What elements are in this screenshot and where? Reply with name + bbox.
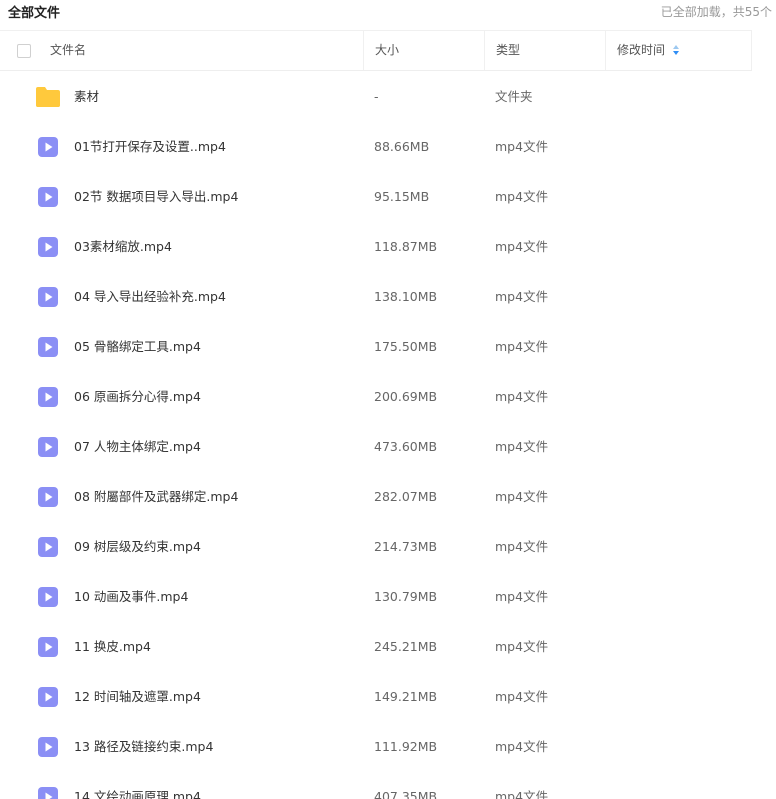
video-file-icon — [37, 286, 59, 308]
file-name[interactable]: 06 原画拆分心得.mp4 — [74, 372, 201, 422]
load-status-text: 已全部加载，共55个 — [660, 5, 772, 19]
file-name[interactable]: 07 人物主体绑定.mp4 — [74, 422, 201, 472]
file-name[interactable]: 10 动画及事件.mp4 — [74, 572, 188, 622]
file-name[interactable]: 04 导入导出经验补充.mp4 — [74, 272, 226, 322]
file-row[interactable]: 14 文绘动画原理.mp4 407.35MB mp4文件 — [0, 772, 752, 799]
table-header: 文件名 大小 类型 修改时间 — [0, 30, 752, 71]
video-file-icon — [37, 386, 59, 408]
sort-icon[interactable] — [673, 44, 680, 55]
file-size: 473.60MB — [374, 439, 438, 454]
video-file-icon — [37, 436, 59, 458]
file-size: 282.07MB — [374, 489, 438, 504]
file-type: mp4文件 — [495, 689, 549, 704]
file-name[interactable]: 12 时间轴及遮罩.mp4 — [74, 672, 201, 722]
file-list: 素材 - 文件夹 01节打开保存及设置..mp4 88.66MB mp4文件 02节 数据项… — [0, 72, 752, 799]
file-size: 88.66MB — [374, 139, 430, 154]
file-name[interactable]: 素材 — [74, 72, 99, 122]
file-type: mp4文件 — [495, 539, 549, 554]
file-size: 130.79MB — [374, 589, 438, 604]
file-name[interactable]: 03素材缩放.mp4 — [74, 222, 172, 272]
file-manager-page: 全部文件 已全部加载，共55个 文件名 大小 类型 修改时间 素材 - 文件夹 01节… — [0, 0, 776, 799]
column-header-modified[interactable]: 修改时间 — [605, 31, 752, 70]
file-size: 138.10MB — [374, 289, 438, 304]
file-type: 文件夹 — [495, 89, 533, 104]
top-bar: 全部文件 已全部加载，共55个 — [0, 0, 776, 24]
file-name[interactable]: 11 换皮.mp4 — [74, 622, 151, 672]
file-size: 245.21MB — [374, 639, 438, 654]
video-file-icon — [37, 336, 59, 358]
file-size: - — [374, 89, 379, 104]
video-file-icon — [37, 186, 59, 208]
file-size: 118.87MB — [374, 239, 438, 254]
file-size: 214.73MB — [374, 539, 438, 554]
file-row[interactable]: 12 时间轴及遮罩.mp4 149.21MB mp4文件 — [0, 672, 752, 722]
file-type: mp4文件 — [495, 239, 549, 254]
file-name[interactable]: 05 骨骼绑定工具.mp4 — [74, 322, 201, 372]
file-row[interactable]: 素材 - 文件夹 — [0, 72, 752, 122]
file-row[interactable]: 02节 数据项目导入导出.mp4 95.15MB mp4文件 — [0, 172, 752, 222]
file-name[interactable]: 09 树层级及约束.mp4 — [74, 522, 201, 572]
video-file-icon — [37, 136, 59, 158]
file-size: 175.50MB — [374, 339, 438, 354]
video-file-icon — [37, 786, 59, 799]
folder-icon — [35, 86, 61, 108]
file-type: mp4文件 — [495, 139, 549, 154]
column-header-size[interactable]: 大小 — [363, 31, 484, 70]
file-type: mp4文件 — [495, 289, 549, 304]
file-row[interactable]: 01节打开保存及设置..mp4 88.66MB mp4文件 — [0, 122, 752, 172]
video-file-icon — [37, 736, 59, 758]
file-row[interactable]: 04 导入导出经验补充.mp4 138.10MB mp4文件 — [0, 272, 752, 322]
file-type: mp4文件 — [495, 439, 549, 454]
file-row[interactable]: 06 原画拆分心得.mp4 200.69MB mp4文件 — [0, 372, 752, 422]
page-title: 全部文件 — [8, 6, 61, 21]
video-file-icon — [37, 586, 59, 608]
file-type: mp4文件 — [495, 639, 549, 654]
file-row[interactable]: 10 动画及事件.mp4 130.79MB mp4文件 — [0, 572, 752, 622]
file-type: mp4文件 — [495, 489, 549, 504]
video-file-icon — [37, 636, 59, 658]
file-name[interactable]: 14 文绘动画原理.mp4 — [74, 772, 201, 799]
file-type: mp4文件 — [495, 789, 549, 799]
file-row[interactable]: 09 树层级及约束.mp4 214.73MB mp4文件 — [0, 522, 752, 572]
video-file-icon — [37, 536, 59, 558]
file-name[interactable]: 13 路径及链接约束.mp4 — [74, 722, 213, 772]
file-name[interactable]: 02节 数据项目导入导出.mp4 — [74, 172, 238, 222]
file-type: mp4文件 — [495, 389, 549, 404]
file-row[interactable]: 13 路径及链接约束.mp4 111.92MB mp4文件 — [0, 722, 752, 772]
video-file-icon — [37, 236, 59, 258]
file-row[interactable]: 07 人物主体绑定.mp4 473.60MB mp4文件 — [0, 422, 752, 472]
column-header-name[interactable]: 文件名 — [50, 31, 363, 70]
file-size: 149.21MB — [374, 689, 438, 704]
video-file-icon — [37, 486, 59, 508]
file-type: mp4文件 — [495, 189, 549, 204]
video-file-icon — [37, 686, 59, 708]
file-size: 407.35MB — [374, 789, 438, 799]
file-name[interactable]: 01节打开保存及设置..mp4 — [74, 122, 226, 172]
file-row[interactable]: 11 换皮.mp4 245.21MB mp4文件 — [0, 622, 752, 672]
file-type: mp4文件 — [495, 589, 549, 604]
column-header-modified-label: 修改时间 — [617, 43, 666, 57]
file-row[interactable]: 08 附屬部件及武器绑定.mp4 282.07MB mp4文件 — [0, 472, 752, 522]
file-size: 111.92MB — [374, 739, 438, 754]
column-header-type[interactable]: 类型 — [484, 31, 605, 70]
file-size: 200.69MB — [374, 389, 438, 404]
file-type: mp4文件 — [495, 339, 549, 354]
file-type: mp4文件 — [495, 739, 549, 754]
file-name[interactable]: 08 附屬部件及武器绑定.mp4 — [74, 472, 238, 522]
file-row[interactable]: 03素材缩放.mp4 118.87MB mp4文件 — [0, 222, 752, 272]
select-all-checkbox[interactable] — [17, 44, 31, 58]
file-row[interactable]: 05 骨骼绑定工具.mp4 175.50MB mp4文件 — [0, 322, 752, 372]
file-size: 95.15MB — [374, 189, 430, 204]
